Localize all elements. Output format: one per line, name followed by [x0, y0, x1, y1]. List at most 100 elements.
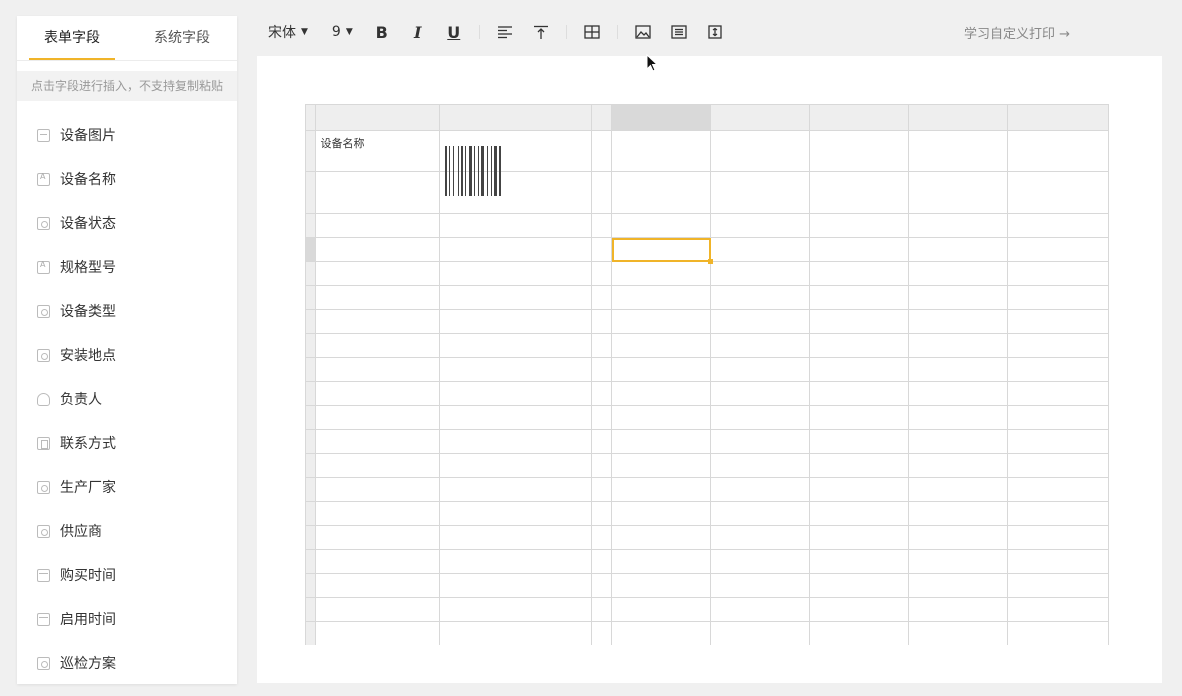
sheet-cell[interactable] — [710, 477, 811, 502]
sheet-cell[interactable] — [710, 171, 811, 214]
sheet-cell[interactable] — [908, 549, 1008, 574]
row-header[interactable] — [306, 171, 317, 214]
sheet-cell[interactable] — [908, 237, 1008, 262]
align-left-button[interactable] — [494, 21, 516, 43]
sheet-cell[interactable] — [710, 237, 811, 262]
sheet-cell[interactable] — [611, 549, 712, 574]
sheet-cell[interactable] — [710, 261, 811, 286]
sheet-cell[interactable] — [315, 213, 441, 238]
column-header[interactable] — [591, 105, 613, 131]
sheet-cell[interactable] — [591, 130, 613, 172]
sheet-cell[interactable] — [710, 597, 811, 622]
sheet-cell[interactable] — [315, 285, 441, 310]
row-header[interactable] — [306, 213, 317, 238]
sheet-cell[interactable] — [611, 285, 712, 310]
sheet-cell[interactable] — [591, 333, 613, 358]
sheet-cell[interactable] — [908, 285, 1008, 310]
sheet-cell[interactable] — [439, 429, 593, 454]
sheet-cell[interactable] — [611, 453, 712, 478]
bold-button[interactable]: B — [371, 21, 393, 43]
sheet-cell[interactable] — [1007, 309, 1109, 334]
sheet-cell[interactable] — [315, 525, 441, 550]
sheet-cell[interactable] — [611, 130, 712, 172]
row-header[interactable] — [306, 621, 317, 645]
sheet-cell[interactable] — [1007, 171, 1109, 214]
underline-button[interactable]: U — [443, 21, 465, 43]
sheet-cell[interactable] — [439, 477, 593, 502]
row-header[interactable] — [306, 453, 317, 478]
sheet-cell[interactable] — [710, 621, 811, 645]
column-header[interactable] — [710, 105, 811, 131]
sheet-cell[interactable] — [611, 501, 712, 526]
row-header[interactable] — [306, 237, 317, 262]
font-size-select[interactable]: 9 ▼ — [332, 24, 353, 40]
sheet-cell[interactable] — [908, 597, 1008, 622]
sheet-cell[interactable] — [1007, 333, 1109, 358]
sheet-cell[interactable] — [908, 477, 1008, 502]
row-header[interactable] — [306, 333, 317, 358]
row-header[interactable] — [306, 309, 317, 334]
sheet-cell[interactable] — [439, 405, 593, 430]
sheet-cell[interactable] — [710, 429, 811, 454]
sheet-cell[interactable] — [439, 381, 593, 406]
sheet-cell[interactable] — [439, 621, 593, 645]
border-button[interactable] — [581, 21, 603, 43]
sheet-cell[interactable] — [1007, 261, 1109, 286]
sheet-cell[interactable] — [591, 237, 613, 262]
barcode-image[interactable] — [445, 146, 525, 196]
sheet-cell[interactable] — [591, 597, 613, 622]
sheet-cell[interactable] — [611, 525, 712, 550]
sheet-cell[interactable] — [1007, 429, 1109, 454]
sheet-cell[interactable] — [1007, 573, 1109, 598]
column-header-selected[interactable] — [611, 105, 712, 131]
field-item-enable-time[interactable]: 启用时间 — [17, 597, 237, 641]
field-item-spec-model[interactable]: 规格型号 — [17, 245, 237, 289]
sheet-cell[interactable] — [710, 213, 811, 238]
sheet-cell[interactable] — [908, 333, 1008, 358]
row-header[interactable] — [306, 357, 317, 382]
sheet-cell[interactable] — [591, 309, 613, 334]
sheet-cell[interactable] — [1007, 237, 1109, 262]
sheet-cell[interactable] — [591, 261, 613, 286]
sheet-cell[interactable] — [710, 573, 811, 598]
sheet-cell[interactable] — [908, 501, 1008, 526]
sheet-cell[interactable] — [809, 309, 910, 334]
sheet-cell[interactable] — [1007, 213, 1109, 238]
sheet-cell[interactable] — [908, 525, 1008, 550]
sheet-cell[interactable] — [315, 237, 441, 262]
sheet-cell[interactable] — [611, 429, 712, 454]
sheet-cell[interactable] — [591, 453, 613, 478]
sheet-cell[interactable] — [710, 549, 811, 574]
sheet-cell[interactable] — [1007, 405, 1109, 430]
row-header[interactable] — [306, 130, 317, 172]
sheet-cell[interactable] — [809, 381, 910, 406]
sheet-cell[interactable] — [591, 429, 613, 454]
sheet-cell[interactable] — [611, 357, 712, 382]
row-header[interactable] — [306, 525, 317, 550]
sheet-cell[interactable] — [611, 309, 712, 334]
field-item-inspection-plan[interactable]: 巡检方案 — [17, 641, 237, 684]
sheet-cell[interactable] — [908, 213, 1008, 238]
sheet-cell[interactable] — [809, 621, 910, 645]
sheet-cell[interactable] — [439, 309, 593, 334]
sheet-cell[interactable] — [611, 333, 712, 358]
sheet-cell[interactable] — [439, 285, 593, 310]
tab-form-fields[interactable]: 表单字段 — [17, 16, 127, 60]
sheet-cell[interactable] — [1007, 381, 1109, 406]
sheet-cell[interactable] — [591, 381, 613, 406]
sheet-cell[interactable] — [315, 171, 441, 214]
row-header[interactable] — [306, 597, 317, 622]
sheet-cell[interactable] — [315, 597, 441, 622]
sheet-cell[interactable] — [809, 171, 910, 214]
sheet-cell[interactable] — [315, 261, 441, 286]
sheet-cell[interactable] — [908, 357, 1008, 382]
field-item-contact[interactable]: 联系方式 — [17, 421, 237, 465]
sheet-cell[interactable] — [591, 357, 613, 382]
sheet-cell[interactable] — [908, 309, 1008, 334]
sheet-cell[interactable] — [809, 333, 910, 358]
row-header[interactable] — [306, 405, 317, 430]
row-header[interactable] — [306, 285, 317, 310]
sheet-cell[interactable] — [908, 130, 1008, 172]
sheet-cell[interactable] — [1007, 453, 1109, 478]
font-family-select[interactable]: 宋体 ▼ — [268, 22, 308, 42]
